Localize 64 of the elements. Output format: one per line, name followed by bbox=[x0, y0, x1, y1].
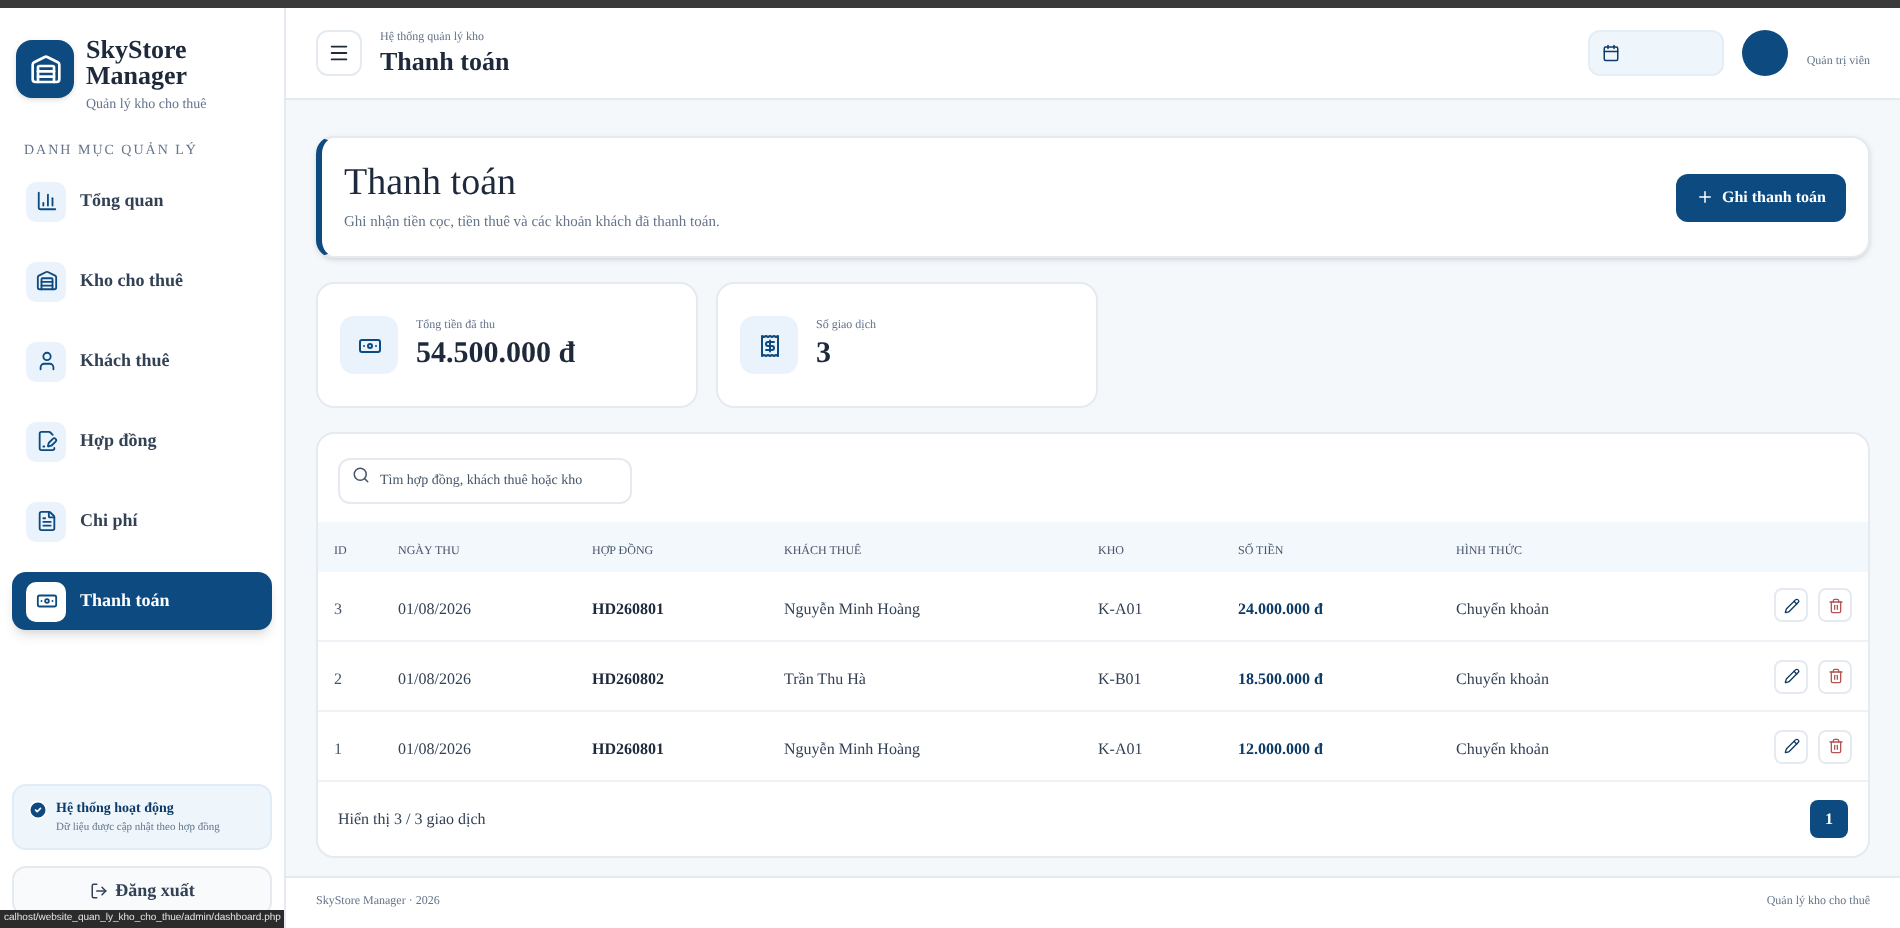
table-cell: Chuyển khoản bbox=[1456, 740, 1549, 758]
table-cell: 24.000.000 đ bbox=[1238, 599, 1323, 618]
table-cell: K-B01 bbox=[1098, 670, 1142, 688]
check-circle-icon bbox=[28, 799, 48, 819]
menu-button[interactable] bbox=[316, 30, 362, 76]
warehouse-logo-icon bbox=[16, 40, 74, 98]
plus-icon bbox=[1695, 188, 1714, 206]
document-icon bbox=[26, 501, 66, 541]
calendar-icon bbox=[1602, 44, 1621, 62]
table-cell: K-A01 bbox=[1098, 740, 1143, 758]
delete-button[interactable] bbox=[1818, 659, 1852, 693]
brand-name: SkyStore Manager bbox=[86, 36, 190, 88]
table-cell: 1 bbox=[334, 740, 342, 758]
warehouse-icon bbox=[26, 261, 66, 301]
table-cell: HD260802 bbox=[592, 670, 664, 688]
trash-icon bbox=[1827, 597, 1843, 614]
trash-icon bbox=[1827, 668, 1843, 684]
table-cell: Nguyễn Minh Hoàng bbox=[784, 740, 920, 758]
sidebar-item[interactable]: Chi phí bbox=[12, 492, 272, 550]
sidebar-item[interactable]: Thanh toán bbox=[12, 572, 272, 630]
table-cell: 2 bbox=[334, 670, 342, 688]
stat-value: 54.500.000 đ bbox=[416, 336, 576, 372]
page-button[interactable]: 1 bbox=[1810, 800, 1848, 838]
bar-chart-icon bbox=[26, 181, 66, 221]
banknote-icon bbox=[26, 581, 66, 621]
table-cell: 3 bbox=[334, 599, 342, 618]
table-cell: 01/08/2026 bbox=[398, 740, 471, 758]
add-payment-button[interactable]: Ghi thanh toán bbox=[1675, 173, 1846, 221]
document-pen-icon bbox=[26, 421, 66, 461]
sidebar-item[interactable]: Hợp đồng bbox=[12, 412, 272, 470]
table-cell: Nguyễn Minh Hoàng bbox=[784, 599, 920, 618]
pencil-icon bbox=[1783, 738, 1799, 754]
page-title: Thanh toán bbox=[344, 161, 519, 206]
table-cell: HD260801 bbox=[592, 599, 664, 618]
avatar bbox=[1742, 30, 1789, 76]
table-cell: 18.500.000 đ bbox=[1238, 670, 1323, 688]
table-cell: 12.000.000 đ bbox=[1238, 740, 1323, 758]
sidebar-item[interactable]: Khách thuê bbox=[12, 332, 272, 390]
delete-button[interactable] bbox=[1818, 729, 1852, 763]
pencil-icon bbox=[1783, 668, 1799, 684]
sidebar-item[interactable]: Tổng quan bbox=[12, 172, 272, 230]
stat-value: 3 bbox=[816, 336, 833, 372]
person-icon bbox=[26, 341, 66, 381]
edit-button[interactable] bbox=[1774, 659, 1808, 693]
logout-icon bbox=[89, 882, 108, 900]
header-title: Thanh toán bbox=[380, 48, 510, 76]
search-icon bbox=[352, 466, 370, 484]
receipt-icon bbox=[740, 316, 798, 374]
table-cell: 01/08/2026 bbox=[398, 599, 471, 618]
sidebar-item[interactable]: Kho cho thuê bbox=[12, 252, 272, 310]
table-summary: Hiển thị 3 / 3 giao dịch bbox=[338, 807, 486, 831]
trash-icon bbox=[1827, 738, 1843, 754]
table-cell: Chuyển khoản bbox=[1456, 599, 1549, 618]
delete-button[interactable] bbox=[1818, 588, 1852, 623]
edit-button[interactable] bbox=[1774, 729, 1808, 763]
menu-icon bbox=[328, 42, 350, 64]
edit-button[interactable] bbox=[1774, 588, 1808, 623]
pencil-icon bbox=[1783, 597, 1799, 614]
table-cell: 01/08/2026 bbox=[398, 670, 471, 688]
table-cell: Trần Thu Hà bbox=[784, 670, 866, 688]
table-cell: K-A01 bbox=[1098, 599, 1143, 618]
table-cell: Chuyển khoản bbox=[1456, 670, 1549, 688]
banknote-icon bbox=[340, 316, 398, 374]
table-cell: HD260801 bbox=[592, 740, 664, 758]
